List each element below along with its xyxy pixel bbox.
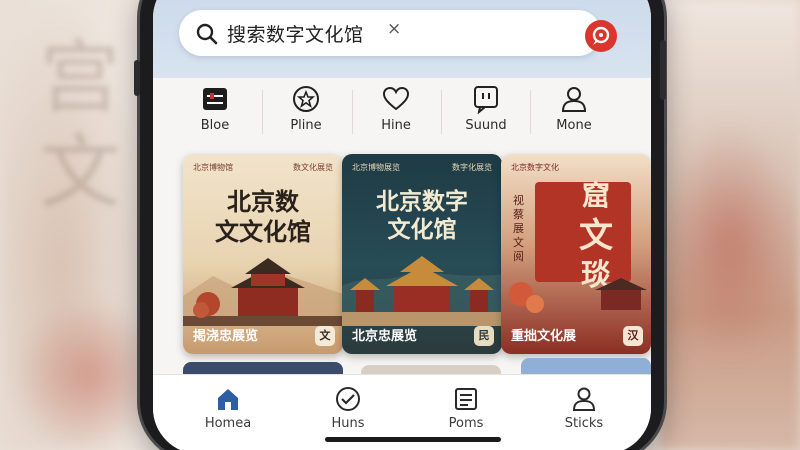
card-row-peek [183, 362, 343, 374]
category-label: Hine [381, 118, 411, 133]
background-right-red-blur [660, 120, 800, 360]
sliders-icon [203, 88, 227, 110]
card-side-text: 视蔡展文阅 [513, 194, 524, 263]
nav-item-sticks[interactable]: Sticks [539, 385, 629, 431]
background-left-red-blur [0, 300, 150, 450]
card-row-peek [521, 358, 651, 374]
card-footer: 掲浇忠展览 [193, 329, 259, 344]
category-label: Mone [556, 118, 592, 133]
home-icon [218, 389, 238, 410]
category-suund[interactable]: Suund [441, 84, 531, 142]
heart-icon [382, 86, 410, 111]
category-label: Bloe [200, 118, 230, 133]
nav-label: Poms [448, 416, 484, 431]
nav-item-poms[interactable]: Poms [421, 385, 511, 431]
list-box-icon [455, 388, 477, 410]
card-badge: 民 [474, 326, 494, 346]
nav-item-huns[interactable]: Huns [303, 385, 393, 431]
nav-label: Homea [204, 416, 252, 431]
background-decoration: 宫文 [40, 31, 120, 219]
card-row-peek [361, 365, 501, 374]
nav-label: Sticks [564, 416, 604, 431]
category-hine[interactable]: Hine [351, 84, 441, 142]
nav-label: Huns [331, 416, 365, 431]
phone-side-button [134, 60, 140, 96]
card-header: 北京数字文化 [511, 163, 559, 172]
search-icon [196, 23, 218, 45]
person-icon [561, 87, 587, 112]
assistant-button[interactable] [585, 20, 617, 52]
card-header: 北京博物展览 [352, 163, 400, 172]
card-title: 文化馆 [387, 216, 457, 243]
category-label: Suund [465, 118, 507, 133]
search-bar[interactable]: 搜索数字文化馆 × [179, 10, 617, 56]
home-indicator[interactable] [325, 437, 501, 442]
top-bar: 搜索数字文化馆 × [153, 0, 651, 78]
exhibit-card[interactable]: 北京博物展览 数字化展览 北京数字 文化馆 北京忠展览 民 [342, 154, 502, 354]
person-icon [572, 387, 596, 411]
card-footer: 重拙文化展 [511, 329, 577, 344]
card-footer: 北京忠展览 [352, 329, 418, 344]
speech-bubble-icon [474, 86, 498, 114]
palace-illustration [183, 258, 343, 326]
nav-item-home[interactable]: Homea [183, 385, 273, 431]
flower-illustration [509, 278, 647, 313]
card-title: 文文化馆 [215, 217, 311, 246]
phone-side-button [660, 40, 666, 100]
star-circle-icon [293, 86, 319, 112]
phone-screen: 搜索数字文化馆 × Bloe Pline Hine Suund Mone 北京博… [153, 0, 651, 450]
speech-bubble-icon [592, 26, 610, 45]
palace-illustration [342, 256, 502, 326]
card-header: 北京博物馆 [193, 163, 233, 172]
exhibit-card[interactable]: 北京博物馆 数文化展览 北京数 文文化馆 掲浇忠展览 文 [183, 154, 343, 354]
category-mone[interactable]: Mone [529, 84, 619, 142]
search-input[interactable]: 搜索数字文化馆 [227, 20, 364, 47]
category-bloe[interactable]: Bloe [170, 84, 260, 142]
card-badge: 汉 [623, 326, 643, 346]
card-badge: 文 [315, 326, 335, 346]
card-header-right: 数字化展览 [452, 163, 492, 172]
exhibit-card[interactable]: 北京数字文化 窟 文 琰 视蔡展文阅 重拙文化展 汉 [501, 154, 651, 354]
card-header-right: 数文化展览 [293, 163, 333, 172]
category-pline[interactable]: Pline [261, 84, 351, 142]
category-label: Pline [290, 118, 322, 133]
clear-icon[interactable]: × [387, 19, 401, 39]
check-circle-icon [336, 387, 360, 411]
